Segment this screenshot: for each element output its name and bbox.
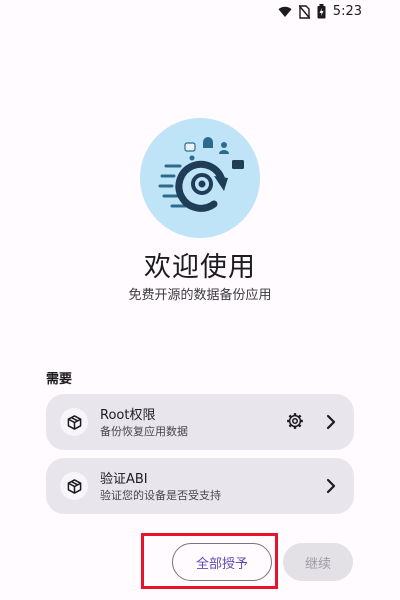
- welcome-subtitle: 免费开源的数据备份应用: [128, 288, 272, 303]
- app-screen: 5:23 欢迎使用 免费开源的数据备份应用 需要 Root权限 备份恢复应用数据…: [0, 0, 400, 600]
- requirements-section-label: 需要: [46, 372, 73, 387]
- root-permission-title: Root权限: [100, 408, 156, 423]
- root-permission-icon-container: [60, 408, 88, 436]
- continue-button[interactable]: 继续: [283, 543, 353, 581]
- package-icon: [67, 478, 81, 494]
- battery-icon: [317, 4, 326, 19]
- backup-restore-icon: [158, 137, 244, 212]
- no-sim-icon: [298, 4, 310, 19]
- status-time: 5:23: [332, 4, 362, 19]
- gear-icon[interactable]: [286, 412, 304, 430]
- chevron-right-icon: [326, 478, 336, 494]
- hero-illustration: [140, 118, 260, 238]
- verify-abi-icon-container: [60, 472, 88, 500]
- verify-abi-title: 验证ABI: [100, 472, 148, 487]
- chevron-right-icon: [326, 414, 336, 430]
- root-permission-subtitle: 备份恢复应用数据: [100, 425, 188, 438]
- status-bar: 5:23: [0, 0, 400, 26]
- welcome-title: 欢迎使用: [144, 252, 256, 283]
- package-icon: [67, 414, 81, 430]
- status-icons: 5:23: [278, 4, 362, 19]
- grant-all-button[interactable]: 全部授予: [172, 543, 272, 581]
- root-permission-card[interactable]: Root权限 备份恢复应用数据: [46, 394, 354, 450]
- verify-abi-card[interactable]: 验证ABI 验证您的设备是否受支持: [46, 458, 354, 514]
- verify-abi-subtitle: 验证您的设备是否受支持: [100, 489, 221, 502]
- wifi-icon: [278, 6, 292, 17]
